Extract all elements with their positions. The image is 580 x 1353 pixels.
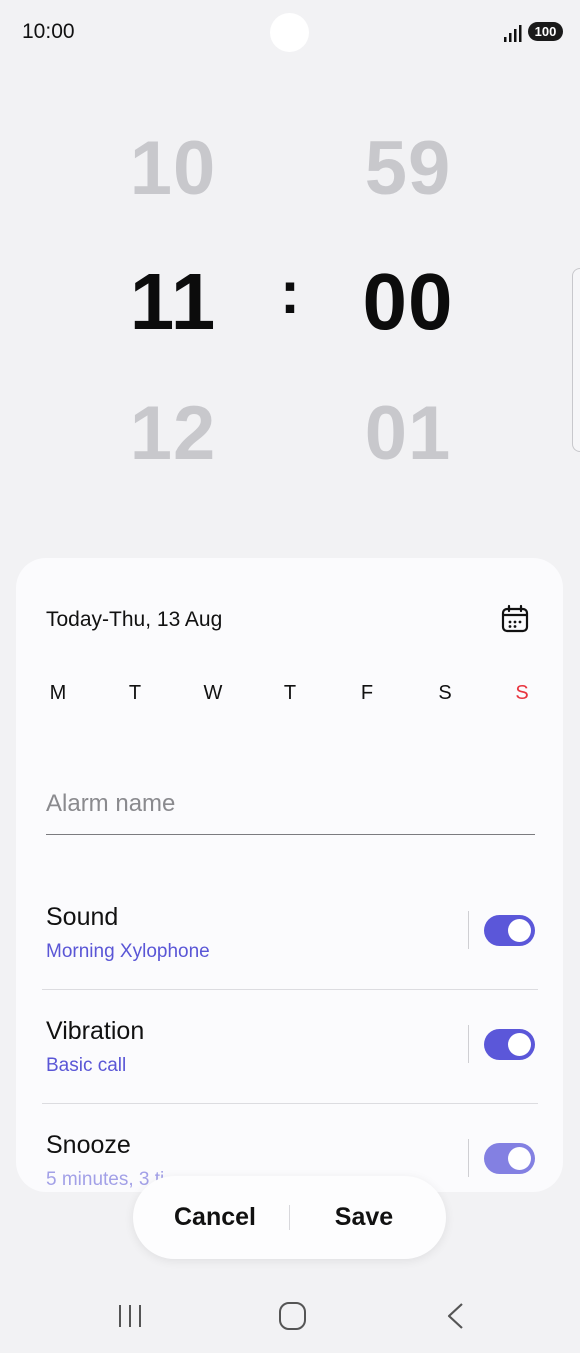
- alarm-name-input[interactable]: Alarm name: [46, 782, 535, 835]
- day-thursday[interactable]: T: [275, 682, 305, 705]
- vibration-title: Vibration: [46, 1017, 145, 1045]
- toggle-knob: [508, 919, 531, 942]
- camera-cutout: [270, 13, 309, 52]
- day-sunday[interactable]: S: [507, 682, 537, 705]
- day-friday[interactable]: F: [352, 682, 382, 705]
- day-monday[interactable]: M: [43, 682, 73, 705]
- minute-selected[interactable]: 00: [328, 256, 488, 348]
- calendar-icon[interactable]: [500, 604, 530, 634]
- signal-icon: [504, 25, 522, 42]
- status-time: 10:00: [22, 20, 75, 43]
- time-separator: :: [280, 259, 300, 326]
- weekday-selector: M T W T F S S: [46, 682, 536, 708]
- vibration-setting[interactable]: Vibration Basic call: [46, 1017, 536, 1107]
- row-divider: [42, 1103, 538, 1104]
- navigation-bar: [0, 1285, 580, 1353]
- minute-previous[interactable]: 59: [328, 125, 488, 212]
- edge-panel-handle[interactable]: [572, 268, 580, 452]
- hour-selected[interactable]: 11: [93, 256, 253, 348]
- day-saturday[interactable]: S: [430, 682, 460, 705]
- vibration-subtitle: Basic call: [46, 1055, 127, 1076]
- alarm-settings-card: Today-Thu, 13 Aug M T W T F S S Alarm na…: [16, 558, 563, 1192]
- action-separator: [289, 1205, 290, 1230]
- hour-next[interactable]: 12: [93, 390, 253, 477]
- day-wednesday[interactable]: W: [198, 682, 228, 705]
- battery-indicator: 100: [528, 22, 563, 41]
- home-icon[interactable]: [278, 1301, 307, 1331]
- recents-icon[interactable]: [117, 1302, 143, 1330]
- divider-vertical: [468, 1025, 469, 1063]
- status-bar: 10:00 100: [0, 0, 580, 64]
- snooze-toggle[interactable]: [484, 1143, 535, 1174]
- cancel-button[interactable]: Cancel: [151, 1176, 279, 1259]
- toggle-knob: [508, 1147, 531, 1170]
- alarm-name-placeholder: Alarm name: [46, 790, 176, 817]
- toggle-knob: [508, 1033, 531, 1056]
- divider-vertical: [468, 1139, 469, 1177]
- save-button[interactable]: Save: [301, 1176, 427, 1259]
- sound-setting[interactable]: Sound Morning Xylophone: [46, 903, 536, 993]
- alarm-date: Today-Thu, 13 Aug: [46, 608, 223, 631]
- row-divider: [42, 989, 538, 990]
- minute-next[interactable]: 01: [328, 390, 488, 477]
- snooze-title: Snooze: [46, 1131, 131, 1159]
- back-icon[interactable]: [444, 1301, 466, 1331]
- day-tuesday[interactable]: T: [120, 682, 150, 705]
- vibration-toggle[interactable]: [484, 1029, 535, 1060]
- sound-toggle[interactable]: [484, 915, 535, 946]
- hour-previous[interactable]: 10: [93, 125, 253, 212]
- sound-title: Sound: [46, 903, 119, 931]
- action-bar: Cancel Save: [133, 1176, 446, 1259]
- sound-subtitle: Morning Xylophone: [46, 941, 210, 962]
- divider-vertical: [468, 911, 469, 949]
